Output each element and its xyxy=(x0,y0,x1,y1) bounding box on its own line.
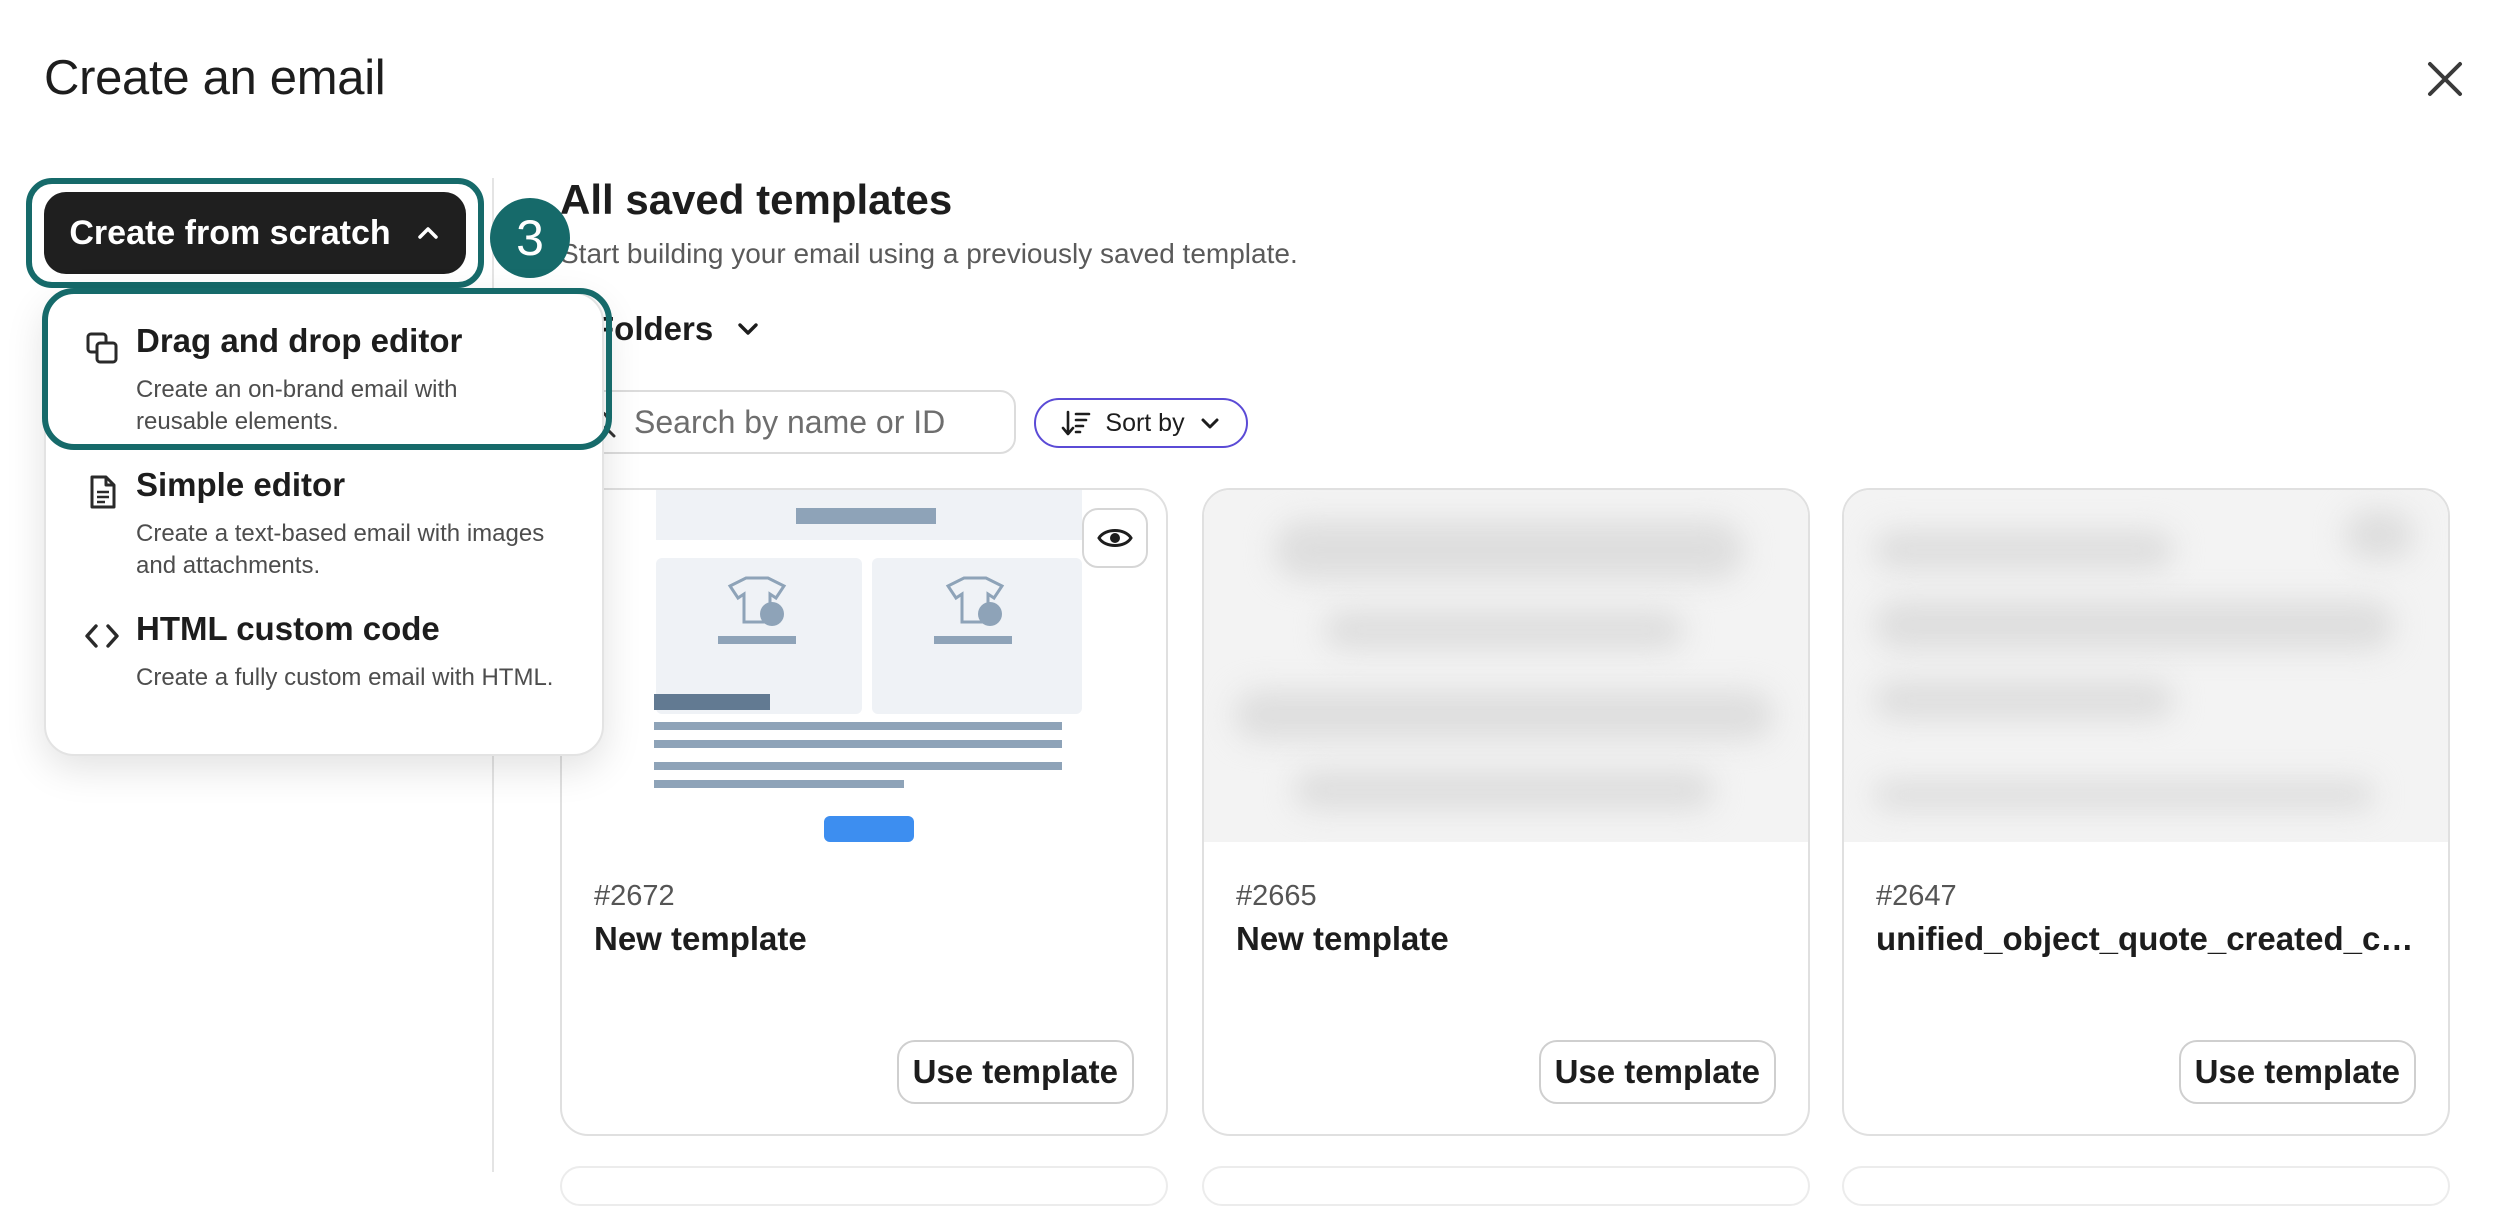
create-from-scratch-button[interactable]: Create from scratch xyxy=(44,192,466,274)
preview-button[interactable] xyxy=(1082,508,1148,568)
template-name: unified_object_quote_created_co... xyxy=(1876,920,2420,957)
close-button[interactable] xyxy=(2424,58,2466,100)
highlight-ring-menu-item xyxy=(42,288,612,450)
template-id: #2672 xyxy=(594,880,675,912)
chevron-up-icon xyxy=(417,227,438,239)
template-card[interactable] xyxy=(1842,1166,2450,1206)
template-preview-image xyxy=(1204,490,1808,842)
sort-by-button[interactable]: Sort by xyxy=(1034,398,1248,448)
template-preview-image xyxy=(1844,490,2448,842)
template-card[interactable]: #2647 unified_object_quote_created_co...… xyxy=(1842,488,2450,1136)
menu-item-description: Create a text-based email with images an… xyxy=(136,520,545,579)
menu-item-html-custom-code[interactable]: HTML custom code Create a fully custom e… xyxy=(46,582,602,722)
template-thumbnail xyxy=(562,490,1166,842)
template-card[interactable]: #2665 New template Use template xyxy=(1202,488,1810,1136)
use-template-button[interactable]: Use template xyxy=(2178,1040,2416,1104)
template-id: #2647 xyxy=(1876,880,1957,912)
template-name: New template xyxy=(594,920,807,957)
menu-item-title: HTML custom code xyxy=(136,610,440,647)
sort-icon xyxy=(1062,410,1091,436)
use-template-button[interactable]: Use template xyxy=(896,1040,1134,1104)
document-icon xyxy=(90,475,116,509)
search-input[interactable] xyxy=(632,402,996,442)
menu-item-title: Simple editor xyxy=(136,466,346,503)
close-icon xyxy=(2428,62,2462,96)
template-thumbnail xyxy=(1844,490,2448,842)
folders-dropdown[interactable]: Folders xyxy=(594,310,761,348)
template-name: New template xyxy=(1236,920,1449,957)
template-card[interactable]: #2672 New template Use template xyxy=(560,488,1168,1136)
section-subtitle: Start building your email using a previo… xyxy=(560,238,1298,269)
template-card[interactable] xyxy=(560,1166,1168,1206)
use-template-button[interactable]: Use template xyxy=(1538,1040,1776,1104)
chevron-down-icon xyxy=(1201,418,1219,429)
code-icon xyxy=(85,624,119,648)
search-field[interactable] xyxy=(580,390,1016,454)
create-from-scratch-label: Create from scratch xyxy=(69,213,391,252)
template-card[interactable] xyxy=(1202,1166,1810,1206)
sort-by-label: Sort by xyxy=(1105,408,1185,437)
template-preview-image xyxy=(654,490,1082,842)
dialog-title: Create an email xyxy=(44,51,386,105)
chevron-down-icon xyxy=(738,323,758,335)
section-title: All saved templates xyxy=(560,176,953,223)
template-id: #2665 xyxy=(1236,880,1317,912)
menu-item-description: Create a fully custom email with HTML. xyxy=(136,664,554,691)
eye-icon xyxy=(1097,529,1133,547)
template-thumbnail xyxy=(1204,490,1808,842)
step-badge: 3 xyxy=(490,198,570,278)
menu-item-simple-editor[interactable]: Simple editor Create a text-based email … xyxy=(46,438,602,579)
